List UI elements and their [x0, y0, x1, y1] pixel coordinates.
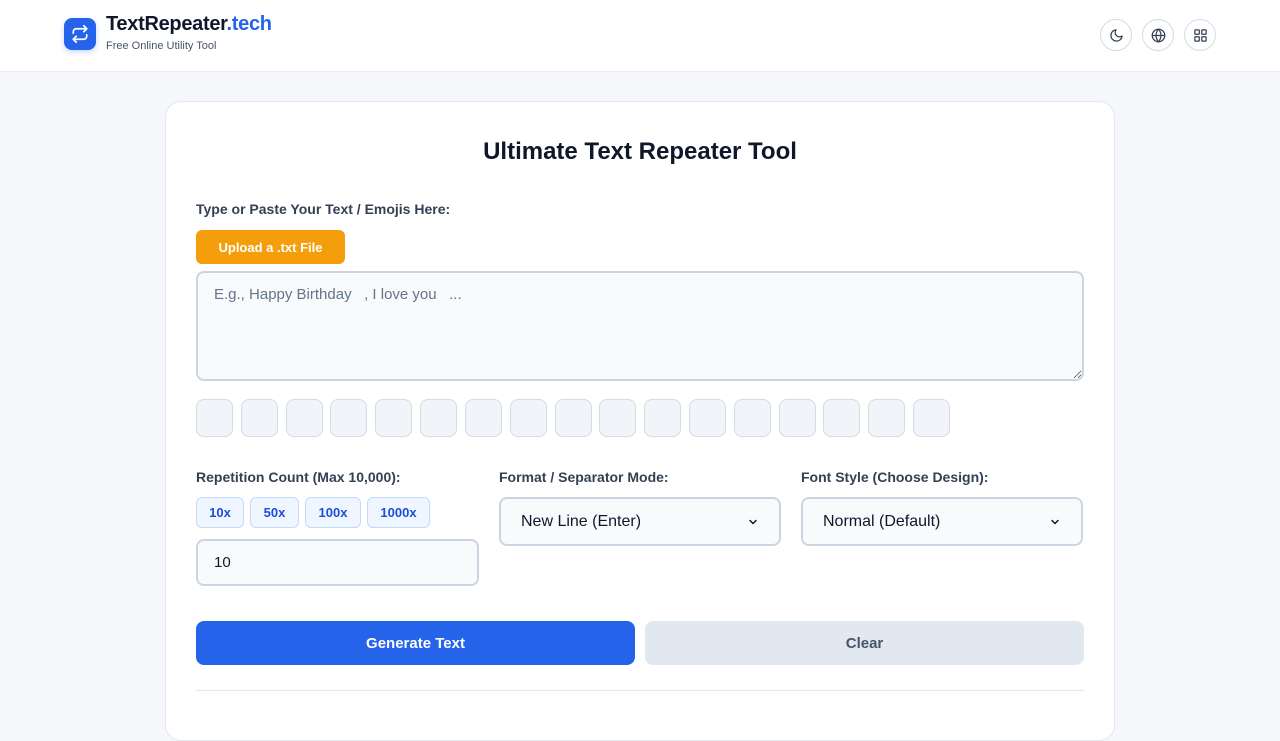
repetition-count-label: Repetition Count (Max 10,000):	[196, 469, 401, 485]
emoji-button[interactable]	[734, 399, 771, 437]
emoji-button[interactable]	[196, 399, 233, 437]
upload-txt-button[interactable]: Upload a .txt File	[196, 230, 345, 264]
moon-icon	[1109, 28, 1123, 42]
emoji-button[interactable]	[868, 399, 905, 437]
text-input[interactable]	[196, 271, 1084, 381]
emoji-button[interactable]	[241, 399, 278, 437]
brand-accent: .tech	[226, 13, 272, 35]
format-mode-label: Format / Separator Mode:	[499, 469, 669, 485]
tagline: Free Online Utility Tool	[106, 40, 217, 52]
emoji-button[interactable]	[823, 399, 860, 437]
emoji-picker-row	[196, 399, 956, 437]
emoji-button[interactable]	[465, 399, 502, 437]
divider	[196, 690, 1084, 691]
globe-icon	[1151, 28, 1165, 42]
format-mode-select[interactable]: New Line (Enter)	[499, 497, 781, 546]
page-title: Ultimate Text Repeater Tool	[483, 138, 797, 165]
chevron-down-icon	[749, 519, 757, 524]
chevron-down-icon	[1051, 519, 1059, 524]
grid-icon	[1193, 28, 1207, 42]
emoji-button[interactable]	[689, 399, 726, 437]
site-header: TextRepeater.tech Free Online Utility To…	[0, 0, 1280, 72]
emoji-button[interactable]	[779, 399, 816, 437]
format-mode-value: New Line (Enter)	[521, 512, 642, 530]
quick-count-100-button[interactable]: 100x	[305, 497, 361, 528]
emoji-button[interactable]	[913, 399, 950, 437]
emoji-button[interactable]	[599, 399, 636, 437]
emoji-button[interactable]	[510, 399, 547, 437]
emoji-button[interactable]	[330, 399, 367, 437]
quick-count-50-button[interactable]: 50x	[250, 497, 299, 528]
theme-toggle-button[interactable]	[1100, 19, 1132, 51]
repeat-arrows-icon	[72, 25, 88, 43]
brand-name[interactable]: TextRepeater.tech	[106, 13, 272, 36]
emoji-button[interactable]	[555, 399, 592, 437]
generate-text-button[interactable]: Generate Text	[196, 621, 635, 665]
font-style-select[interactable]: Normal (Default)	[801, 497, 1083, 546]
font-style-label: Font Style (Choose Design):	[801, 469, 989, 485]
apps-menu-button[interactable]	[1184, 19, 1216, 51]
brand-main: TextRepeater	[106, 13, 227, 35]
language-button[interactable]	[1142, 19, 1174, 51]
tool-card: Ultimate Text Repeater Tool Type or Past…	[165, 101, 1115, 741]
font-style-value: Normal (Default)	[823, 512, 941, 530]
emoji-button[interactable]	[286, 399, 323, 437]
emoji-button[interactable]	[644, 399, 681, 437]
repetition-count-input[interactable]	[196, 539, 479, 586]
quick-count-1000-button[interactable]: 1000x	[367, 497, 430, 528]
emoji-button[interactable]	[420, 399, 457, 437]
text-input-label: Type or Paste Your Text / Emojis Here:	[196, 201, 451, 217]
logo[interactable]	[64, 18, 96, 50]
quick-count-10-button[interactable]: 10x	[196, 497, 244, 528]
emoji-button[interactable]	[375, 399, 412, 437]
clear-button[interactable]: Clear	[645, 621, 1084, 665]
